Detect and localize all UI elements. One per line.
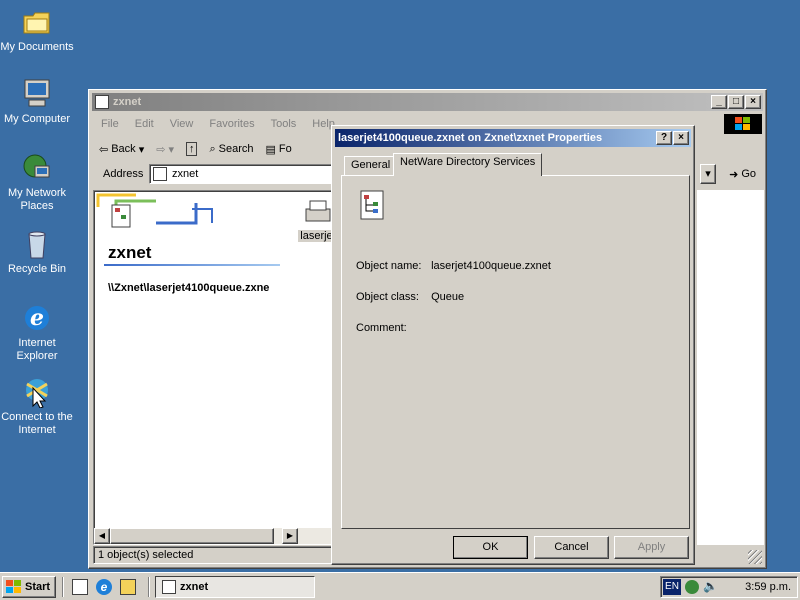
- system-tray: EN 🔈 3:59 p.m.: [660, 576, 798, 598]
- resize-grip-icon[interactable]: [748, 550, 762, 564]
- scroll-left-button[interactable]: ◀: [94, 528, 110, 544]
- folders-icon: ▤: [265, 143, 276, 156]
- network-tray-icon[interactable]: [685, 580, 699, 594]
- object-name-row: Object name: laserjet4100queue.zxnet: [356, 260, 551, 272]
- scroll-thumb[interactable]: [110, 528, 274, 544]
- start-button[interactable]: Start: [2, 576, 56, 598]
- menu-bar: File Edit View Favorites Tools Help: [93, 114, 343, 134]
- ie-icon: e: [21, 302, 53, 334]
- forward-button[interactable]: ⇨ ▾: [150, 143, 180, 156]
- cancel-button[interactable]: Cancel: [534, 536, 609, 559]
- tab-panel: Object name: laserjet4100queue.zxnet Obj…: [341, 175, 690, 529]
- folder-title-underline: [104, 264, 280, 266]
- desktop-icon-connect-internet[interactable]: Connect to the Internet: [0, 376, 74, 437]
- path-text: \\Zxnet\laserjet4100queue.zxne: [108, 282, 270, 294]
- computer-icon: [21, 78, 53, 110]
- apply-button[interactable]: Apply: [614, 536, 689, 559]
- clock[interactable]: 3:59 p.m.: [745, 581, 791, 593]
- properties-dialog[interactable]: laserjet4100queue.zxnet on Zxnet\zxnet P…: [331, 125, 695, 565]
- tab-general[interactable]: General: [344, 156, 398, 176]
- object-name-label: Object name:: [356, 260, 422, 272]
- desktop-icon-label: My Network Places: [7, 187, 67, 212]
- tab-netware-directory-services[interactable]: NetWare Directory Services: [393, 153, 543, 176]
- search-button[interactable]: ⌕ Search: [203, 143, 259, 156]
- go-arrow-icon: ➜: [729, 169, 739, 181]
- folder-title: zxnet: [108, 243, 152, 262]
- explorer-titlebar[interactable]: zxnet _ □ ×: [92, 93, 763, 111]
- comment-row: Comment:: [356, 322, 428, 334]
- minimize-button[interactable]: _: [711, 95, 727, 109]
- network-folder-icon: [162, 580, 176, 594]
- dialog-title: laserjet4100queue.zxnet on Zxnet\zxnet P…: [338, 132, 603, 144]
- chevron-down-icon: ▾: [168, 143, 174, 156]
- menu-view[interactable]: View: [162, 118, 202, 130]
- nds-object-icon: [360, 190, 384, 220]
- folder-network-icon: [95, 95, 109, 109]
- quick-launch-outlook-icon[interactable]: [120, 579, 136, 595]
- taskbar-divider: [148, 577, 150, 597]
- object-name-value: laserjet4100queue.zxnet: [431, 260, 551, 272]
- volume-icon[interactable]: 🔈: [703, 579, 718, 593]
- back-button[interactable]: ⇦ Back ▾: [93, 143, 150, 156]
- chevron-down-icon: ▾: [138, 143, 145, 156]
- taskbar-divider: [62, 577, 64, 597]
- folders-button[interactable]: ▤ Fo: [260, 143, 298, 156]
- desktop-icon-label: My Documents: [0, 41, 74, 53]
- menu-favorites[interactable]: Favorites: [201, 118, 262, 130]
- taskbar: Start e zxnet EN 🔈 3:59 p.m.: [0, 572, 800, 600]
- address-label: Address: [103, 168, 144, 180]
- go-button[interactable]: ➜ Go: [729, 168, 756, 181]
- svg-text:e: e: [30, 305, 44, 331]
- desktop-icon-my-network-places[interactable]: My Network Places: [0, 152, 74, 213]
- folder-icon: [21, 6, 53, 38]
- ok-button[interactable]: OK: [453, 536, 528, 559]
- close-button[interactable]: ×: [673, 131, 689, 145]
- maximize-button[interactable]: □: [728, 95, 744, 109]
- menu-file[interactable]: File: [93, 118, 127, 130]
- search-icon: ⌕: [209, 142, 216, 155]
- close-button[interactable]: ×: [745, 95, 761, 109]
- desktop-icon-my-documents[interactable]: My Documents: [0, 6, 74, 54]
- up-folder-icon: ↑: [185, 142, 198, 156]
- comment-label: Comment:: [356, 322, 407, 334]
- object-class-label: Object class:: [356, 291, 419, 303]
- dialog-titlebar[interactable]: laserjet4100queue.zxnet on Zxnet\zxnet P…: [335, 129, 691, 147]
- back-arrow-icon: ⇦: [99, 143, 109, 156]
- menu-edit[interactable]: Edit: [127, 118, 162, 130]
- desktop-icon-internet-explorer[interactable]: e Internet Explorer: [0, 302, 74, 363]
- desktop-icon-label: My Computer: [3, 113, 71, 125]
- language-indicator[interactable]: EN: [663, 579, 681, 595]
- desktop-icon-label: Recycle Bin: [7, 263, 67, 275]
- desktop-icon-label: Connect to the Internet: [1, 411, 73, 436]
- desktop-icon-recycle-bin[interactable]: Recycle Bin: [0, 228, 74, 276]
- address-dropdown-button[interactable]: ▾: [700, 164, 716, 184]
- desktop-icon-label: Internet Explorer: [16, 337, 58, 362]
- network-folder-icon: [153, 167, 167, 181]
- forward-arrow-icon: ⇨: [156, 143, 166, 156]
- object-class-value: Queue: [431, 291, 465, 303]
- help-button[interactable]: ?: [656, 131, 672, 145]
- status-bar: 1 object(s) selected: [93, 546, 333, 564]
- connect-icon: [21, 376, 53, 409]
- network-icon: [21, 152, 53, 184]
- menu-tools[interactable]: Tools: [263, 118, 305, 130]
- folder-pane-right: [697, 190, 764, 545]
- address-input[interactable]: zxnet: [149, 164, 349, 184]
- quick-launch-desktop-icon[interactable]: [72, 579, 88, 595]
- windows-logo-icon: [724, 114, 762, 134]
- recycle-bin-icon: [21, 228, 53, 260]
- window-title: zxnet: [113, 96, 142, 108]
- standard-toolbar: ⇦ Back ▾ ⇨ ▾ ↑ ⌕ Search ▤ Fo: [93, 137, 298, 161]
- printer-icon: [305, 200, 331, 222]
- windows-flag-icon: [6, 580, 21, 593]
- quick-launch-ie-icon[interactable]: e: [96, 579, 112, 595]
- scroll-right-button[interactable]: ▶: [282, 528, 298, 544]
- taskbar-task-zxnet[interactable]: zxnet: [155, 576, 315, 598]
- object-class-row: Object class: Queue: [356, 291, 464, 303]
- desktop-icon-my-computer[interactable]: My Computer: [0, 78, 74, 126]
- up-button[interactable]: ↑: [180, 142, 204, 156]
